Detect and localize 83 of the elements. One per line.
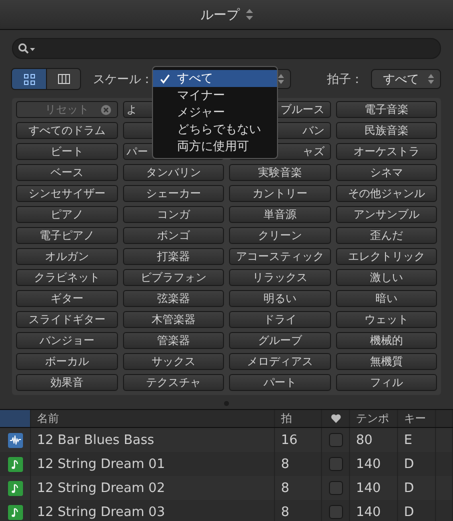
keyword-button[interactable]: ウェット xyxy=(336,311,437,328)
keyword-button[interactable]: 電子音楽 xyxy=(336,101,437,118)
keyword-button[interactable]: 電子ピアノ xyxy=(16,227,118,244)
keyword-button[interactable]: カントリー xyxy=(229,185,330,202)
keyword-button[interactable]: 機械的 xyxy=(336,332,437,349)
favorite-checkbox[interactable] xyxy=(328,481,342,495)
keyword-button[interactable]: その他ジャンル xyxy=(336,185,437,202)
keyword-button[interactable]: シネマ xyxy=(336,164,437,181)
key-cell: D xyxy=(398,500,436,521)
keyword-button[interactable]: ピアノ xyxy=(16,206,118,223)
keyword-button[interactable]: 単音源 xyxy=(229,206,330,223)
keyword-button[interactable]: クラビネット xyxy=(16,269,118,286)
keyword-button[interactable]: 民族音楽 xyxy=(336,122,437,139)
favorite-checkbox[interactable] xyxy=(328,505,342,519)
column-header[interactable] xyxy=(0,410,31,427)
search-icon[interactable] xyxy=(18,43,36,54)
keyword-button[interactable]: ビート xyxy=(16,143,118,160)
keyword-button[interactable]: 弦楽器 xyxy=(122,290,224,307)
favorite-checkbox[interactable] xyxy=(328,433,342,447)
window-title[interactable]: ループ xyxy=(200,6,240,24)
heart-icon[interactable] xyxy=(330,414,340,423)
checkmark-icon xyxy=(160,74,170,84)
column-header[interactable]: 名前 xyxy=(31,410,275,427)
keyword-button[interactable]: ビブラフォン xyxy=(122,269,224,286)
keyword-button[interactable]: 効果音 xyxy=(16,374,118,391)
keyword-button[interactable]: すべてのドラム xyxy=(16,122,118,139)
keyword-button[interactable]: 打楽器 xyxy=(122,248,224,265)
waveform-icon xyxy=(8,432,22,448)
keyword-button[interactable]: 暗い xyxy=(336,290,437,307)
keyword-button[interactable]: フィル xyxy=(336,374,437,391)
meter-popup[interactable]: すべて xyxy=(371,69,441,89)
music-note-icon xyxy=(8,456,22,472)
loop-name: 12 String Dream 03 xyxy=(31,500,275,521)
keyword-button[interactable]: オーケストラ xyxy=(336,143,437,160)
keyword-button[interactable]: 実験音楽 xyxy=(229,164,330,181)
keyword-button[interactable]: スライドギター xyxy=(16,311,118,328)
tempo-cell: 140 xyxy=(350,500,398,521)
keyword-button[interactable]: サックス xyxy=(122,353,224,370)
up-down-arrows-icon xyxy=(428,74,434,84)
keyword-button[interactable]: 管楽器 xyxy=(122,332,224,349)
keyword-button[interactable]: コンガ xyxy=(122,206,224,223)
up-down-arrows-icon[interactable] xyxy=(246,9,252,20)
beats-cell: 8 xyxy=(275,500,322,521)
scale-label: スケール： xyxy=(93,70,153,88)
keyword-button[interactable]: 歪んだ xyxy=(336,227,437,244)
menu-item[interactable]: すべて xyxy=(153,70,277,87)
grid-view-button[interactable] xyxy=(12,69,46,89)
columns-icon xyxy=(58,74,70,84)
search-field[interactable] xyxy=(12,38,441,59)
keyword-button[interactable]: シェーカー xyxy=(122,185,224,202)
keyword-button[interactable]: グルーブ xyxy=(229,332,330,349)
music-note-icon xyxy=(8,480,22,496)
meter-label: 拍子： xyxy=(327,70,363,88)
music-note-icon xyxy=(8,504,22,520)
menu-item[interactable]: マイナー xyxy=(153,87,277,104)
keyword-button[interactable]: タンバリン xyxy=(122,164,224,181)
keyword-button[interactable]: 無機質 xyxy=(336,353,437,370)
keyword-button[interactable]: アンサンブル xyxy=(336,206,437,223)
keyword-button[interactable]: ベース xyxy=(16,164,118,181)
keyword-button[interactable]: シンセサイザー xyxy=(16,185,118,202)
column-header[interactable]: テンポ xyxy=(350,410,398,427)
keyword-button[interactable]: ギター xyxy=(16,290,118,307)
column-view-button[interactable] xyxy=(46,69,80,89)
grid-icon xyxy=(24,74,34,84)
keyword-button[interactable]: バンジョー xyxy=(16,332,118,349)
keyword-button[interactable]: アコースティック xyxy=(229,248,330,265)
column-header[interactable]: 拍 xyxy=(275,410,322,427)
keyword-button[interactable]: クリーン xyxy=(229,227,330,244)
keyword-button[interactable]: 明るい xyxy=(229,290,330,307)
keyword-button[interactable]: エレクトリック xyxy=(336,248,437,265)
keyword-button[interactable]: 木管楽器 xyxy=(122,311,224,328)
keyword-button[interactable]: ボーカル xyxy=(16,353,118,370)
keyword-button[interactable]: ボンゴ xyxy=(122,227,224,244)
keyword-button[interactable]: リラックス xyxy=(229,269,330,286)
keyword-button[interactable]: パート xyxy=(229,374,330,391)
keyword-button[interactable]: メロディアス xyxy=(229,353,330,370)
favorite-checkbox[interactable] xyxy=(328,457,342,471)
keyword-button[interactable]: テクスチャ xyxy=(122,374,224,391)
up-down-arrows-icon xyxy=(278,74,284,84)
keyword-button[interactable]: オルガン xyxy=(16,248,118,265)
keyword-button[interactable]: ドライ xyxy=(229,311,330,328)
keyword-button[interactable]: 激しい xyxy=(336,269,437,286)
column-header[interactable]: キー xyxy=(398,410,436,427)
